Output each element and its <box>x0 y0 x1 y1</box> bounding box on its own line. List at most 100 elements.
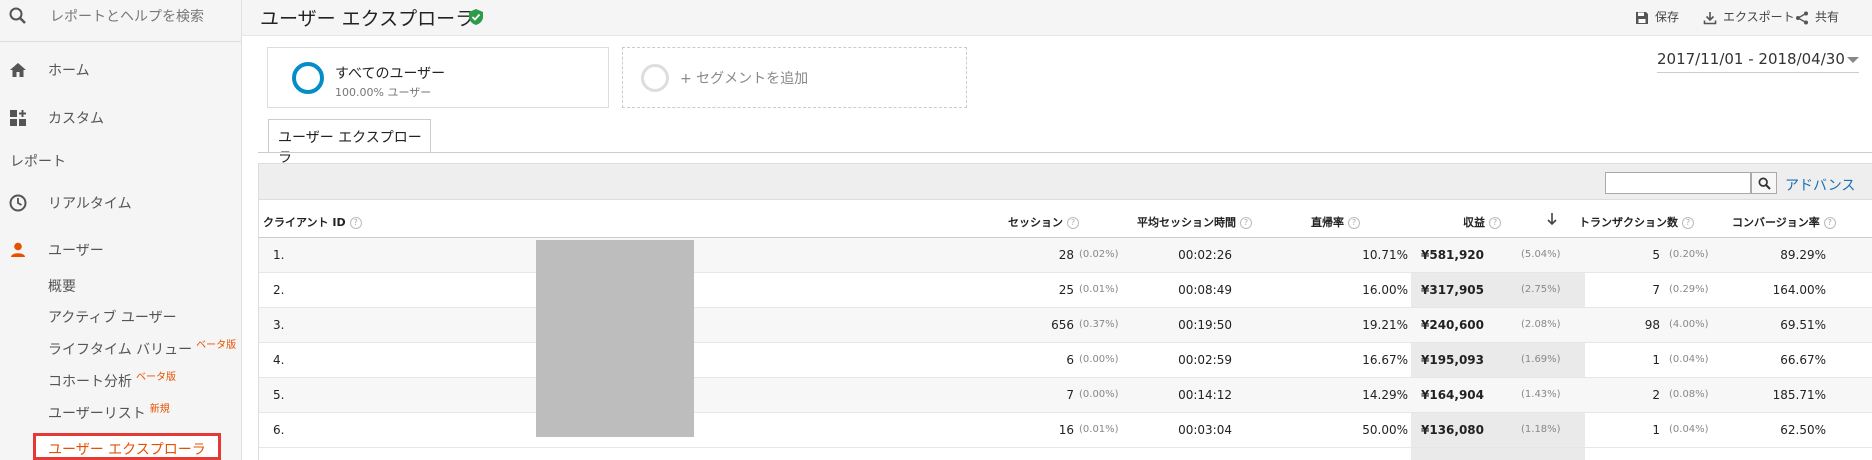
sidebar-item-custom[interactable]: カスタム <box>0 98 241 138</box>
beta-badge: ベータ版 <box>196 340 237 351</box>
help-icon[interactable]: ? <box>1682 217 1694 229</box>
data-table: アドバンス クライアント ID? セッション? 平均セッション時間? 直帰率? … <box>258 163 1872 460</box>
sessions-value: 6 <box>1066 353 1074 367</box>
sidebar: レポートとヘルプを検索 ホーム カスタム レポート リアルタイム ユーザー 概要… <box>0 0 242 460</box>
sidebar-item-label: カスタム <box>48 111 104 127</box>
conversion-rate-value: 89.29% <box>1780 248 1826 262</box>
share-button[interactable]: 共有 <box>1795 8 1839 25</box>
sidebar-item-home[interactable]: ホーム <box>0 50 241 90</box>
date-range-picker[interactable]: 2017/11/01 - 2018/04/30 <box>1657 50 1859 73</box>
tab-divider <box>258 152 1872 153</box>
transactions-value: 1 <box>1652 353 1660 367</box>
help-icon[interactable]: ? <box>1067 217 1079 229</box>
help-icon[interactable]: ? <box>1823 217 1836 229</box>
sessions-percent: (0.01%) <box>1079 284 1119 295</box>
column-header-conversion-rate[interactable]: コンバージョン率? <box>1732 214 1836 230</box>
column-header-transactions[interactable]: トランザクション数? <box>1579 214 1694 230</box>
transactions-value: 5 <box>1652 248 1660 262</box>
column-label: コンバージョン率 <box>1732 216 1820 229</box>
help-icon[interactable]: ? <box>349 217 362 229</box>
search-label: レポートとヘルプを検索 <box>50 9 204 25</box>
help-icon[interactable]: ? <box>1348 217 1360 229</box>
sessions-value: 16 <box>1058 423 1074 437</box>
sidebar-subitem-lifetime-value[interactable]: ライフタイム バリュー ベータ版 <box>48 339 236 359</box>
sessions-value: 656 <box>1051 318 1074 332</box>
column-label: 収益 <box>1463 216 1485 229</box>
sidebar-item-realtime[interactable]: リアルタイム <box>0 183 241 223</box>
revenue-value: ¥317,905 <box>1421 283 1485 297</box>
sidebar-item-label: ホーム <box>48 63 90 79</box>
transactions-value: 1 <box>1652 423 1660 437</box>
sidebar-subitem-user-explorer[interactable]: ユーザー エクスプローラ <box>33 433 221 460</box>
table-row[interactable]: 3. 656 (0.37%) 00:19:50 19.21% ¥240,600 (2.08%… <box>259 308 1872 343</box>
sidebar-subitem-active-users[interactable]: アクティブ ユーザー <box>48 307 177 327</box>
table-filter-input[interactable] <box>1605 172 1751 194</box>
column-header-revenue[interactable]: 収益? <box>1463 214 1501 230</box>
conversion-rate-value: 164.00% <box>1772 283 1826 297</box>
search-icon <box>8 6 28 26</box>
table-row[interactable]: 1. 28 (0.02%) 00:02:26 10.71% ¥581,920 (5.04%)… <box>259 238 1872 273</box>
transactions-value: 2 <box>1652 388 1660 402</box>
table-row[interactable]: 6. 16 (0.01%) 00:03:04 50.00% ¥136,080 (1.18%)… <box>259 413 1872 448</box>
sidebar-subitem-overview[interactable]: 概要 <box>48 276 76 296</box>
clock-icon <box>8 193 28 213</box>
table-row[interactable]: 4. 6 (0.00%) 00:02:59 16.67% ¥195,093 (1.69%) 1… <box>259 343 1872 378</box>
help-icon[interactable]: ? <box>1240 217 1252 229</box>
advanced-filter-link[interactable]: アドバンス <box>1785 175 1855 195</box>
row-number: 6. <box>273 423 285 437</box>
sidebar-item-label: ユーザー <box>48 243 104 259</box>
sidebar-search[interactable]: レポートとヘルプを検索 <box>0 0 241 42</box>
help-icon[interactable]: ? <box>1489 217 1501 229</box>
transactions-percent: (0.08%) <box>1669 389 1709 400</box>
table-row[interactable]: 5. 7 (0.00%) 00:14:12 14.29% ¥164,904 (1.43%) 2… <box>259 378 1872 413</box>
save-icon <box>1636 11 1648 24</box>
sessions-percent: (0.00%) <box>1079 354 1119 365</box>
conversion-rate-value: 69.51% <box>1780 318 1826 332</box>
sidebar-subitem-label: 概要 <box>48 279 76 295</box>
save-label: 保存 <box>1655 10 1680 24</box>
conversion-rate-value: 185.71% <box>1772 388 1826 402</box>
sidebar-subitem-label: ユーザー エクスプローラ <box>48 442 206 458</box>
download-icon <box>1703 11 1717 24</box>
tab-user-explorer[interactable]: ユーザー エクスプローラ <box>268 119 431 166</box>
revenue-value: ¥195,093 <box>1421 353 1485 367</box>
search-icon <box>1758 177 1771 190</box>
home-icon <box>8 60 28 80</box>
sessions-value: 7 <box>1066 388 1074 402</box>
main-content: ユーザー エクスプローラ 保存 エクスポート 共有 すべてのユーザー 100.0… <box>242 0 1872 460</box>
row-number: 2. <box>273 283 285 297</box>
bounce-rate-value: 16.00% <box>1362 283 1408 297</box>
filter-search-button[interactable] <box>1751 172 1777 194</box>
row-number: 1. <box>273 248 285 262</box>
sessions-value: 28 <box>1058 248 1074 262</box>
bounce-rate-value: 16.67% <box>1362 353 1408 367</box>
export-label: エクスポート <box>1723 10 1795 24</box>
sidebar-item-users[interactable]: ユーザー <box>0 230 241 270</box>
page-title: ユーザー エクスプローラ <box>260 8 475 30</box>
sessions-percent: (0.02%) <box>1079 249 1119 260</box>
avg-duration-value: 00:02:26 <box>1178 248 1232 262</box>
sidebar-subitem-cohort[interactable]: コホート分析 ベータ版 <box>48 371 176 391</box>
transactions-value: 98 <box>1644 318 1660 332</box>
table-row[interactable]: 2. 25 (0.01%) 00:08:49 16.00% ¥317,905 (2.75%)… <box>259 273 1872 308</box>
column-header-client-id[interactable]: クライアント ID? <box>263 214 362 230</box>
save-button[interactable]: 保存 <box>1635 8 1679 25</box>
report-header: ユーザー エクスプローラ 保存 エクスポート 共有 <box>242 0 1872 36</box>
transactions-percent: (4.00%) <box>1669 319 1709 330</box>
sidebar-subitem-user-lists[interactable]: ユーザーリスト 新規 <box>48 403 170 423</box>
column-header-bounce-rate[interactable]: 直帰率? <box>1311 214 1360 230</box>
avg-duration-value: 00:08:49 <box>1178 283 1232 297</box>
add-segment-button[interactable]: + セグメントを追加 <box>622 47 967 108</box>
column-label: 直帰率 <box>1311 216 1344 229</box>
export-button[interactable]: エクスポート <box>1703 8 1795 25</box>
segment-all-users[interactable]: すべてのユーザー 100.00% ユーザー <box>267 47 609 108</box>
bounce-rate-value: 14.29% <box>1362 388 1408 402</box>
conversion-rate-value: 66.67% <box>1780 353 1826 367</box>
row-number: 3. <box>273 318 285 332</box>
revenue-percent: (1.43%) <box>1521 389 1561 400</box>
column-header-avg-duration[interactable]: 平均セッション時間? <box>1137 214 1252 230</box>
column-header-sessions[interactable]: セッション? <box>1008 214 1079 230</box>
sort-desc-icon[interactable] <box>1546 212 1558 229</box>
share-icon <box>1796 11 1808 24</box>
avg-duration-value: 00:03:04 <box>1178 423 1232 437</box>
